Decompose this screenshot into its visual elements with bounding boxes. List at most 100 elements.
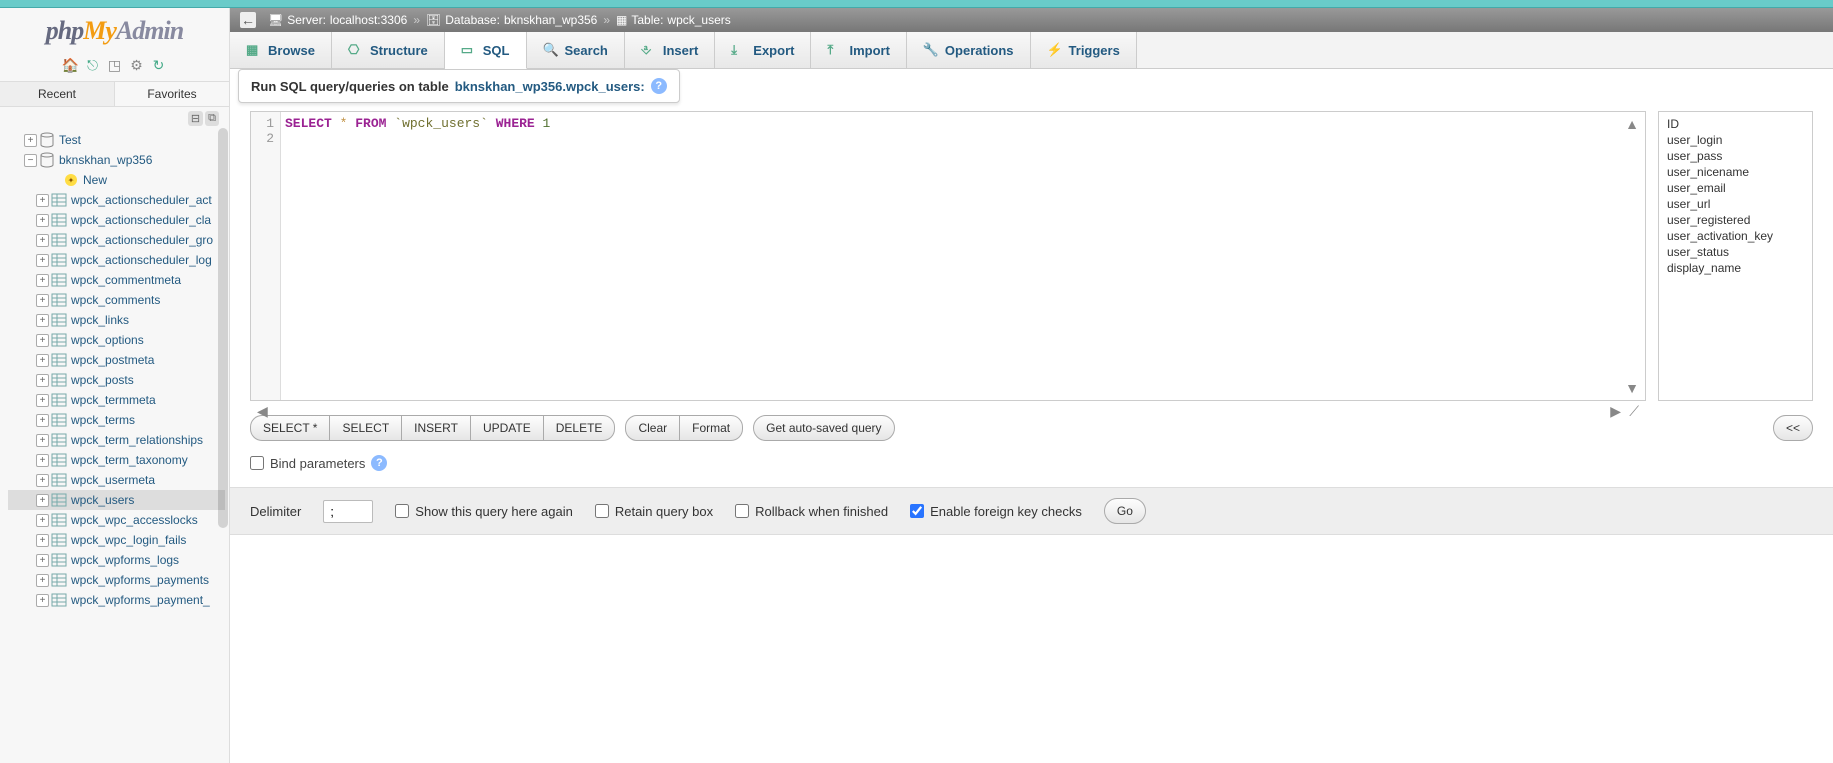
tree-item[interactable]: +wpck_comments — [8, 290, 225, 310]
expand-icon[interactable]: + — [36, 494, 49, 507]
tree-item[interactable]: −bknskhan_wp356 — [8, 150, 225, 170]
tree-item[interactable]: +wpck_postmeta — [8, 350, 225, 370]
template-button[interactable]: SELECT — [329, 415, 401, 441]
expand-icon[interactable]: + — [36, 274, 49, 287]
expand-icon[interactable]: + — [36, 294, 49, 307]
expand-icon[interactable]: + — [24, 134, 37, 147]
expand-icon[interactable]: + — [36, 254, 49, 267]
logo[interactable]: phpMyAdmin — [0, 8, 229, 53]
tree-item-label[interactable]: wpck_wpforms_payments — [71, 573, 209, 587]
expand-icon[interactable]: + — [36, 514, 49, 527]
column-item[interactable]: user_url — [1667, 196, 1804, 212]
tree-item[interactable]: ✦New — [8, 170, 225, 190]
tree-item[interactable]: + wpck_actionscheduler_gro — [8, 230, 225, 250]
breadcrumb-server[interactable]: 🖥 Server: localhost:3306 — [268, 13, 407, 27]
settings-icon[interactable]: ⚙ — [129, 57, 145, 73]
retain-checkbox[interactable] — [595, 504, 609, 518]
editor-code[interactable]: SELECT * FROM `wpck_users` WHERE 1 — [285, 116, 1641, 131]
get-autosaved-button[interactable]: Get auto-saved query — [753, 415, 894, 441]
tree-item[interactable]: +wpck_wpforms_logs — [8, 550, 225, 570]
tree-item[interactable]: + wpck_wpforms_payments — [8, 570, 225, 590]
column-item[interactable]: user_nicename — [1667, 164, 1804, 180]
rollback-option[interactable]: Rollback when finished — [735, 504, 888, 519]
breadcrumb-table[interactable]: ▦ Table: wpck_users — [616, 13, 731, 27]
tree-item-label[interactable]: bknskhan_wp356 — [59, 153, 152, 167]
expand-icon[interactable]: + — [36, 234, 49, 247]
columns-list[interactable]: IDuser_loginuser_passuser_nicenameuser_e… — [1658, 111, 1813, 401]
recent-tab[interactable]: Recent — [0, 82, 115, 106]
scroll-up-icon[interactable]: ▲ — [1625, 116, 1639, 132]
bind-params-checkbox[interactable] — [250, 456, 264, 470]
column-item[interactable]: user_registered — [1667, 212, 1804, 228]
go-button[interactable]: Go — [1104, 498, 1146, 524]
logout-icon[interactable]: ⎋ — [85, 57, 101, 73]
expand-icon[interactable]: + — [36, 334, 49, 347]
tree-item-label[interactable]: wpck_wpc_accesslocks — [71, 513, 198, 527]
unlink-icon[interactable]: ⧉ — [205, 111, 219, 126]
collapse-sidebar-button[interactable]: ← — [240, 12, 256, 28]
tab-browse[interactable]: ▦Browse — [230, 32, 332, 68]
tree-item-label[interactable]: wpck_actionscheduler_log — [71, 253, 212, 267]
column-item[interactable]: user_pass — [1667, 148, 1804, 164]
tree-item-label[interactable]: wpck_term_relationships — [71, 433, 203, 447]
tree-item-label[interactable]: wpck_term_taxonomy — [71, 453, 188, 467]
tree-item[interactable]: + wpck_options — [8, 330, 225, 350]
sql-header-table[interactable]: bknskhan_wp356.wpck_users: — [455, 79, 645, 94]
tab-search[interactable]: 🔍Search — [527, 32, 625, 68]
docs-icon[interactable]: ◳ — [107, 57, 123, 73]
tree-item[interactable]: +wpck_wpc_login_fails — [8, 530, 225, 550]
expand-icon[interactable]: + — [36, 414, 49, 427]
tree-item-label[interactable]: wpck_terms — [71, 413, 135, 427]
expand-icon[interactable]: + — [36, 594, 49, 607]
column-item[interactable]: user_activation_key — [1667, 228, 1804, 244]
expand-icon[interactable]: + — [36, 574, 49, 587]
template-button[interactable]: INSERT — [401, 415, 470, 441]
fk-checkbox[interactable] — [910, 504, 924, 518]
show-again-option[interactable]: Show this query here again — [395, 504, 573, 519]
column-item[interactable]: user_email — [1667, 180, 1804, 196]
tree-item[interactable]: +wpck_posts — [8, 370, 225, 390]
show-again-checkbox[interactable] — [395, 504, 409, 518]
help-icon[interactable]: ? — [651, 78, 667, 94]
tab-structure[interactable]: ⎔Structure — [332, 32, 445, 68]
tree-item[interactable]: +wpck_actionscheduler_act — [8, 190, 225, 210]
column-item[interactable]: display_name — [1667, 260, 1804, 276]
scroll-left-icon[interactable]: ◀ — [257, 403, 268, 420]
template-button[interactable]: DELETE — [543, 415, 616, 441]
template-button[interactable]: UPDATE — [470, 415, 543, 441]
tree-item[interactable]: + wpck_users — [8, 490, 225, 510]
tree-item-label[interactable]: wpck_options — [71, 333, 144, 347]
expand-icon[interactable]: + — [36, 354, 49, 367]
tree-item[interactable]: + wpck_wpc_accesslocks — [8, 510, 225, 530]
rollback-checkbox[interactable] — [735, 504, 749, 518]
tree-item[interactable]: + wpck_wpforms_payment_ — [8, 590, 225, 610]
home-icon[interactable]: 🏠 — [63, 57, 79, 73]
tree-item[interactable]: + wpck_terms — [8, 410, 225, 430]
expand-icon[interactable]: + — [36, 454, 49, 467]
tree-item-label[interactable]: wpck_wpforms_payment_ — [71, 593, 210, 607]
sql-editor[interactable]: 12 SELECT * FROM `wpck_users` WHERE 1 ▲ … — [250, 111, 1646, 401]
expand-icon[interactable]: + — [36, 474, 49, 487]
tree-item[interactable]: + Test — [8, 130, 225, 150]
tree-item-label[interactable]: wpck_links — [71, 313, 129, 327]
tab-triggers[interactable]: ⚡Triggers — [1031, 32, 1137, 68]
tree-item-label[interactable]: wpck_wpforms_logs — [71, 553, 179, 567]
tree-item-label[interactable]: wpck_posts — [71, 373, 134, 387]
tab-insert[interactable]: ⎀Insert — [625, 32, 715, 68]
tree-item-label[interactable]: wpck_users — [71, 493, 134, 507]
tab-operations[interactable]: 🔧Operations — [907, 32, 1031, 68]
tree-item-label[interactable]: wpck_commentmeta — [71, 273, 181, 287]
tree-item-label[interactable]: Test — [59, 133, 81, 147]
tree-item-label[interactable]: wpck_actionscheduler_gro — [71, 233, 213, 247]
tree-item[interactable]: + wpck_term_taxonomy — [8, 450, 225, 470]
tree-item[interactable]: +wpck_usermeta — [8, 470, 225, 490]
tree-item[interactable]: +wpck_links — [8, 310, 225, 330]
tree-item[interactable]: +wpck_termmeta — [8, 390, 225, 410]
tree-item-label[interactable]: wpck_actionscheduler_act — [71, 193, 212, 207]
expand-icon[interactable]: + — [36, 394, 49, 407]
column-item[interactable]: user_login — [1667, 132, 1804, 148]
tab-sql[interactable]: ▭SQL — [445, 32, 527, 69]
tab-export[interactable]: ⤓Export — [715, 32, 811, 68]
tab-import[interactable]: ⤒Import — [811, 32, 906, 68]
tree-item[interactable]: +wpck_term_relationships — [8, 430, 225, 450]
